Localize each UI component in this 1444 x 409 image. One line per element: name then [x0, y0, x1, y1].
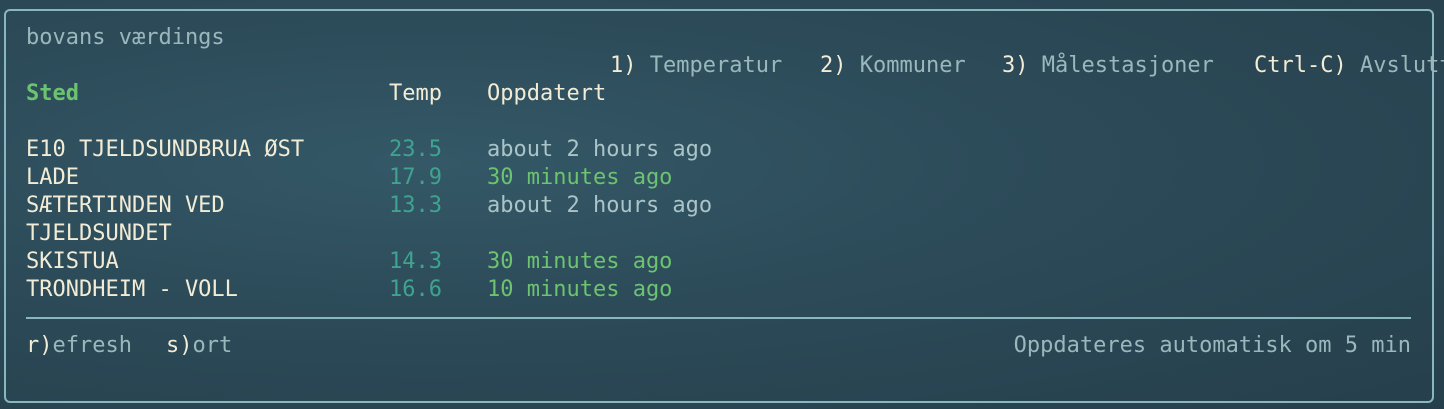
row-updated: about 2 hours ago	[487, 137, 713, 162]
refresh-key: r)	[26, 333, 53, 358]
row-temp: 16.6	[389, 277, 442, 302]
menu-key: Ctrl-C)	[1253, 53, 1347, 78]
sort-button[interactable]: s)ort	[166, 332, 232, 360]
terminal-window: bovans værdings 1) Temperatur 2) Kommune…	[0, 0, 1444, 409]
menu-avslutt[interactable]: Ctrl-C) Avslutt	[1201, 24, 1444, 108]
footer-divider	[26, 317, 1411, 319]
sort-key: s)	[166, 333, 193, 358]
row-updated: about 2 hours ago	[487, 193, 713, 218]
row-updated: 30 minutes ago	[487, 249, 673, 274]
auto-refresh-status: Oppdateres automatisk om 5 min	[1013, 333, 1411, 358]
menu-key: 1)	[609, 53, 637, 78]
row-temp: 23.5	[389, 137, 442, 162]
refresh-button[interactable]: r)efresh	[26, 332, 132, 360]
refresh-label: efresh	[52, 333, 132, 358]
row-temp: 14.3	[389, 249, 442, 274]
row-place: E10 TJELDSUNDBRUA ØST	[26, 137, 305, 162]
menu-key: 2)	[819, 53, 847, 78]
menu-label: Målestasjoner	[1041, 53, 1214, 78]
row-place: SÆTERTINDEN VED	[26, 193, 225, 218]
row-place: TJELDSUNDET	[26, 221, 172, 246]
menu-key: 3)	[1001, 53, 1029, 78]
menu-label: Temperatur	[649, 53, 783, 78]
column-header-temp[interactable]: Temp	[389, 80, 442, 108]
menu-label: Avslutt	[1359, 53, 1444, 78]
sort-label: ort	[192, 333, 233, 358]
menu-malestasjoner[interactable]: 3) Målestasjoner	[949, 24, 1214, 108]
row-temp: 17.9	[389, 165, 442, 190]
menu-kommuner[interactable]: 2) Kommuner	[767, 24, 966, 108]
column-header-place[interactable]: Sted	[26, 80, 79, 108]
row-temp: 13.3	[389, 193, 442, 218]
row-updated: 30 minutes ago	[487, 165, 673, 190]
app-title: bovans værdings	[26, 25, 225, 50]
row-place: TRONDHEIM - VOLL	[26, 277, 238, 302]
row-place: LADE	[26, 165, 79, 190]
row-place: SKISTUA	[26, 249, 119, 274]
row-updated: 10 minutes ago	[487, 277, 673, 302]
column-header-updated[interactable]: Oppdatert	[487, 80, 606, 108]
